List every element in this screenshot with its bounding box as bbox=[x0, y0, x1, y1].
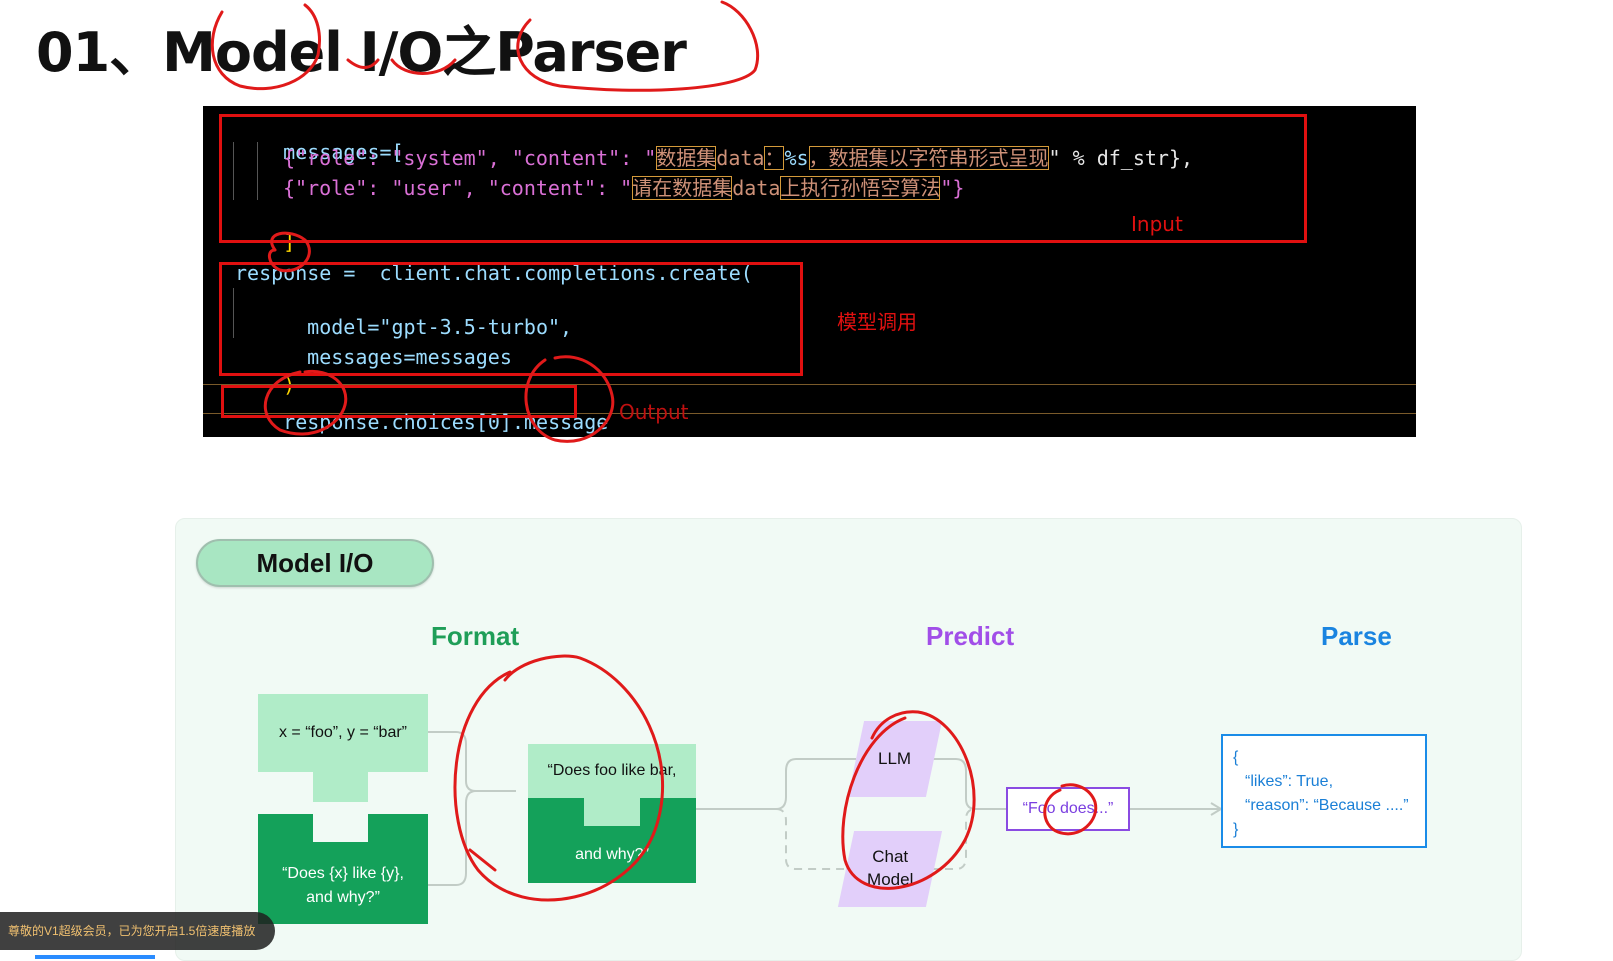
chat-model-label: Chat Model bbox=[867, 847, 914, 889]
output-label: Output bbox=[619, 400, 689, 424]
template-card-notch bbox=[313, 814, 368, 842]
stage-predict: Predict bbox=[926, 621, 1015, 651]
json-likes-field: “likes”: True, bbox=[1245, 773, 1334, 790]
prompt-card-top: “Does foo like bar, bbox=[528, 744, 696, 798]
output-text-box: “Foo does...” bbox=[1006, 787, 1130, 831]
parsed-json-box: { “likes”: True, “reason”: “Because ....… bbox=[1221, 734, 1427, 848]
stage-parse: Parse bbox=[1321, 621, 1392, 651]
model-io-badge: Model I/O bbox=[196, 539, 434, 587]
model-io-diagram: Model I/O Format Predict Parse x = “foo”… bbox=[175, 518, 1522, 961]
model-call-label: 模型调用 bbox=[837, 310, 917, 334]
input-label: Input bbox=[1131, 212, 1183, 236]
chat-model-node: Chat Model bbox=[837, 831, 943, 907]
llm-label: LLM bbox=[878, 749, 912, 768]
output-highlight-box bbox=[221, 385, 577, 418]
code-panel: messages=[ {"role": "system", "content":… bbox=[203, 106, 1416, 437]
variables-card-tab bbox=[313, 772, 368, 802]
slide-title: 01、Model I/O之Parser bbox=[36, 21, 687, 84]
video-progress-bar[interactable] bbox=[35, 955, 155, 959]
speed-toast: 尊敬的V1超级会员，已为您开启1.5倍速度播放 bbox=[0, 912, 275, 950]
json-open-brace: { bbox=[1233, 749, 1239, 766]
model-call-highlight-box bbox=[219, 262, 803, 376]
prompt-card-tab bbox=[584, 798, 640, 826]
variables-card: x = “foo”, y = “bar” bbox=[258, 694, 428, 772]
json-reason-field: “reason”: “Because ....” bbox=[1245, 797, 1409, 814]
json-close-brace: } bbox=[1233, 821, 1239, 838]
stage-format: Format bbox=[431, 621, 520, 651]
llm-node: LLM bbox=[847, 721, 943, 797]
